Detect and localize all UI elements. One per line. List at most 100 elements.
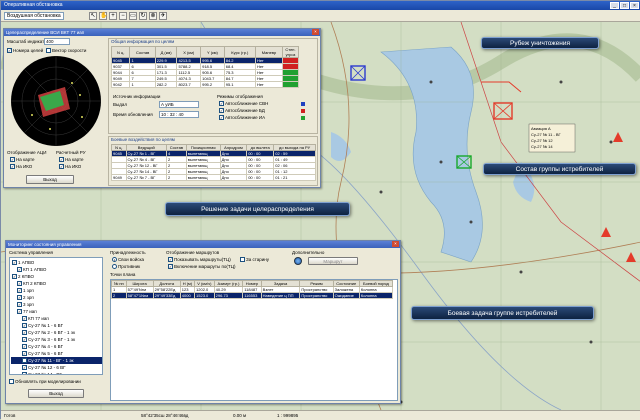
tree-item-checkbox[interactable]: ✓ [22,337,27,343]
backward-checkbox[interactable] [240,257,245,263]
control-exit-button[interactable]: Выход [28,389,84,398]
tree-item[interactable]: ✓ Су-27 № 3 - 6 ВГ - 1 эк [11,336,102,343]
tree-item-checkbox[interactable]: ✓ [17,309,22,315]
plan-table[interactable]: № пп Широта Долгота Н (м) V (км/ч) Азимут (гр… [111,280,394,299]
tree-item[interactable]: ✓ Су-27 № 5 - 6 ВГ [11,350,102,357]
mode2-checkbox[interactable]: ✓ [219,108,224,114]
table-row[interactable]: 2 58°47'1Nгм 29°49'33Eд 4000 1523.0 296.73 116… [111,292,394,299]
hand-icon[interactable]: ✋ [99,12,107,20]
tree-item-checkbox[interactable]: ✓ [22,351,27,357]
scale-select[interactable]: 400 [44,38,70,45]
calc-iko-checkbox[interactable]: ✓ [59,164,64,170]
mode3-checkbox[interactable]: ✓ [219,115,224,121]
table-row[interactable]: 9049 Су-27 № 7 - ВГ 2 вылетающ Дно 00 : 00 01 … [111,174,316,181]
close-icon[interactable]: × [392,241,399,247]
route2-checkbox[interactable]: ✓ [168,264,173,270]
column-header[interactable]: Состояние [332,280,360,287]
column-header[interactable]: до выхода на РУ [273,144,316,151]
zoom-in-icon[interactable]: + [109,12,117,20]
tree-item-checkbox[interactable]: ✓ [22,316,27,322]
tree-item-checkbox[interactable]: ✓ [17,281,22,287]
title-bar: Оперативная обстановка _ □ × [1,1,640,10]
mode1-checkbox[interactable]: ✓ [219,101,224,107]
column-header[interactable]: Y (км) [200,46,225,58]
display-iko-checkbox[interactable]: ✓ [10,164,15,170]
tree-item[interactable]: ✓ КП 77 иап [11,315,102,322]
table-cell: 282.2 [154,81,178,88]
close-button[interactable]: × [630,2,639,9]
column-header[interactable]: V (км/ч) [194,280,215,287]
tree-item[interactable]: ✓ Су-27 № 11 - ВГ - 1 эк [11,357,102,364]
source-field[interactable]: А уИБ [159,101,199,108]
layer-select[interactable]: Воздушная обстановка [4,12,64,20]
tree-item[interactable]: ✓ Су-27 № 14 - ВГ [11,371,102,374]
tree-item-checkbox[interactable]: ✓ [12,260,17,266]
combat-table[interactable]: N ц. Ведущий Состав Позиционная Аэродром до в… [111,144,316,181]
speed-vector-checkbox[interactable] [46,48,51,54]
refresh-checkbox[interactable] [9,379,14,385]
tree-item[interactable]: ✓ Су-27 № 1 - 6 ВГ [11,322,102,329]
column-header[interactable]: X (км) [176,46,202,58]
tree-item[interactable]: ✓ Су-27 № 4 - 6 ВГ [11,343,102,350]
tree-item[interactable]: ✓ 1 АПВО [11,259,102,266]
target-exit-button[interactable]: Выход [26,175,74,184]
tree-item-checkbox[interactable]: ✓ [17,295,22,301]
minimize-button[interactable]: _ [610,2,619,9]
column-header[interactable]: Степ. угроз [282,46,299,58]
column-header[interactable]: N ц. [110,46,131,58]
tree-item-checkbox[interactable]: ✓ [22,330,27,336]
tree-item-checkbox[interactable]: ✓ [22,358,27,364]
tree-item[interactable]: ✓ 2 КПВО [11,273,102,280]
map-view[interactable]: Авиация А Су-27 № 11 - ВГ Су-27 № 12 Су-… [1,22,640,410]
table-row[interactable]: 9042 1 282.2 8023.7 995.2 95.1 Нет [110,81,299,88]
tree-item[interactable]: ✓ 2 зрп [11,294,102,301]
tree-item-checkbox[interactable]: ✓ [17,288,22,294]
radar-indicator[interactable] [10,55,102,147]
tree-item[interactable]: ✓ КП 2 КПВО [11,280,102,287]
table-cell: 01 : 21 [273,174,316,181]
tree-item-checkbox[interactable]: ✓ [22,372,27,374]
column-header[interactable]: до вылета [246,144,275,151]
tree-item[interactable]: ✓ КП 1 АПВО [11,266,102,273]
tree-item-checkbox[interactable]: ✓ [17,302,22,308]
binoculars-icon[interactable]: ⊗ [149,12,157,20]
general-info-table[interactable]: N ц. Состав Д (км) X (км) Y (км) Курс (гр.) Ма… [110,46,299,88]
column-header[interactable]: Маневр [254,46,284,58]
maximize-button[interactable]: □ [620,2,629,9]
tree-item[interactable]: ✓ 3 зрп [11,301,102,308]
close-icon[interactable]: × [312,29,319,35]
plane-icon[interactable]: ✈ [159,12,167,20]
tree-item-checkbox[interactable]: ✓ [22,344,27,350]
display-map-checkbox[interactable]: ✓ [10,157,15,163]
table-cell: 116553 [242,292,262,299]
zoom-rect-icon[interactable]: ▭ [129,12,137,20]
tree-item[interactable]: ✓ 1 зрп [11,287,102,294]
tree-item-checkbox[interactable]: ✓ [22,323,27,329]
pointer-icon[interactable]: ↖ [89,12,97,20]
column-header[interactable]: Состав [129,46,156,58]
tree-item-label: Су-27 № 5 - 6 ВГ [28,351,64,356]
tree-item[interactable]: ✓ 77 иап [11,308,102,315]
route1-checkbox[interactable]: ✓ [168,257,173,263]
calc-map-checkbox[interactable]: ✓ [59,157,64,163]
column-header[interactable]: Курс (гр.) [223,46,256,58]
column-header[interactable]: Аэродром [219,144,248,151]
column-header[interactable]: Д (км) [154,46,178,58]
tree-item-checkbox[interactable]: ✓ [17,267,22,273]
tree-item-checkbox[interactable]: ✓ [12,274,17,280]
target-numbers-checkbox[interactable]: ✓ [7,48,12,54]
refresh-icon[interactable]: ↻ [139,12,147,20]
control-tree[interactable]: ✓ 1 АПВО ✓ КП 1 АПВО ✓ 2 КПВО ✓ КП 2 КПВО ✓ 1 зрп… [9,257,103,375]
time-field[interactable]: 10 : 32 : 40 [159,111,199,118]
tree-item[interactable]: ✓ Су-27 № 12 - 6 ВГ [11,364,102,371]
own2-radio[interactable] [112,264,117,270]
column-header[interactable]: Позиционная [185,144,221,151]
column-header[interactable]: Азимут (гр.) [213,280,244,287]
table-cell: 00 : 00 [246,174,275,181]
tree-item-checkbox[interactable]: ✓ [22,365,27,371]
route-button[interactable]: Маршрут [308,257,358,265]
own1-radio[interactable]: • [112,257,117,263]
column-header[interactable]: Боевой поряд [358,280,394,287]
zoom-out-icon[interactable]: − [119,12,127,20]
tree-item[interactable]: ✓ Су-27 № 2 - 6 ВГ - 1 эк [11,329,102,336]
